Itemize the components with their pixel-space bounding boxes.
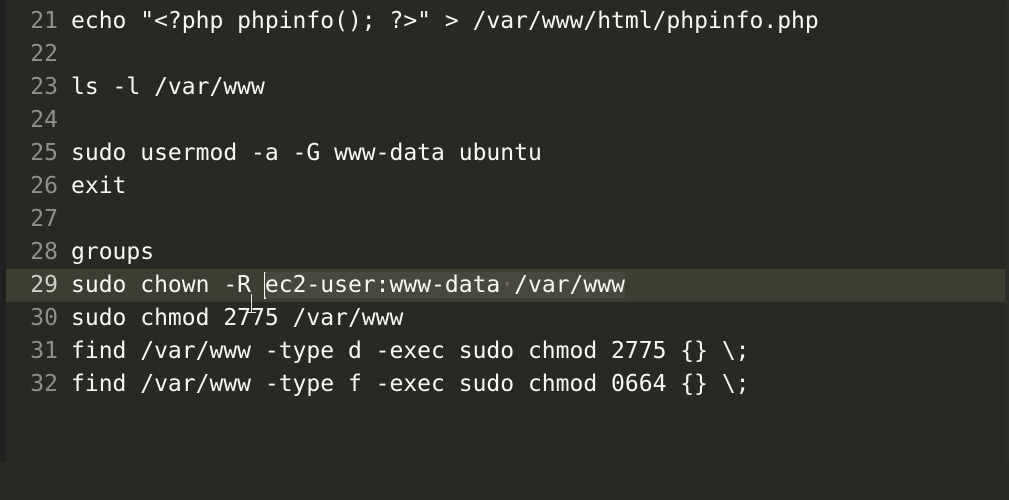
line-number: 21	[30, 8, 58, 34]
editor-lines[interactable]: 21 echo "<?php phpinfo(); ?>" > /var/www…	[6, 5, 1009, 401]
code-line[interactable]: 22	[6, 38, 1009, 71]
line-number: 27	[30, 206, 58, 232]
whitespace-marker: ·	[500, 272, 515, 298]
code-line[interactable]: 31 find /var/www -type d -exec sudo chmo…	[6, 335, 1009, 368]
line-text[interactable]: groups	[71, 236, 154, 269]
line-text[interactable]: sudo usermod -a -G www-data ubuntu	[71, 137, 542, 170]
code-line[interactable]: 26 exit	[6, 170, 1009, 203]
line-number: 26	[30, 173, 58, 199]
code-editor[interactable]: 21 echo "<?php phpinfo(); ?>" > /var/www…	[6, 0, 1009, 462]
code-line[interactable]: 21 echo "<?php phpinfo(); ?>" > /var/www…	[6, 5, 1009, 38]
code-line[interactable]: 23 ls -l /var/www	[6, 71, 1009, 104]
code-line[interactable]: 25 sudo usermod -a -G www-data ubuntu	[6, 137, 1009, 170]
line-number: 32	[30, 371, 58, 397]
code-line[interactable]: 28 groups	[6, 236, 1009, 269]
line-number: 24	[30, 107, 58, 133]
current-line-number: 29	[30, 272, 58, 298]
current-line-text[interactable]: sudo chown -R ec2-user:www-data·/var/www	[71, 269, 625, 313]
code-line[interactable]: 27	[6, 203, 1009, 236]
line-number: 30	[30, 305, 58, 331]
editor-right-edge	[1005, 0, 1009, 462]
line-text[interactable]: ls -l /var/www	[71, 71, 265, 104]
line-text[interactable]: find /var/www -type d -exec sudo chmod 2…	[71, 335, 750, 368]
code-line[interactable]: 30 sudo chmod 2775 /var/www	[6, 302, 1009, 335]
line-text[interactable]: find /var/www -type f -exec sudo chmod 0…	[71, 368, 750, 401]
line-number: 28	[30, 239, 58, 265]
line-text[interactable]: sudo chmod 2775 /var/www	[71, 302, 403, 335]
code-line[interactable]: 32 find /var/www -type f -exec sudo chmo…	[6, 368, 1009, 401]
line-text[interactable]: echo "<?php phpinfo(); ?>" > /var/www/ht…	[71, 5, 819, 38]
current-code-line[interactable]: 29 sudo chown -R ec2-user:www-data·/var/…	[6, 269, 1009, 313]
line-number: 25	[30, 140, 58, 166]
line-number: 31	[30, 338, 58, 364]
line-number: 22	[30, 41, 58, 67]
line-number: 23	[30, 74, 58, 100]
selected-text[interactable]: ec2-user:www-data·/var/www	[264, 272, 625, 298]
code-line[interactable]: 24	[6, 104, 1009, 137]
line-text-before-cursor[interactable]: sudo chown -R	[71, 272, 265, 298]
selected-text-part[interactable]: ec2-user:www-data	[265, 272, 500, 298]
line-text[interactable]: exit	[71, 170, 126, 203]
selected-text-part[interactable]: /var/www	[514, 272, 625, 298]
